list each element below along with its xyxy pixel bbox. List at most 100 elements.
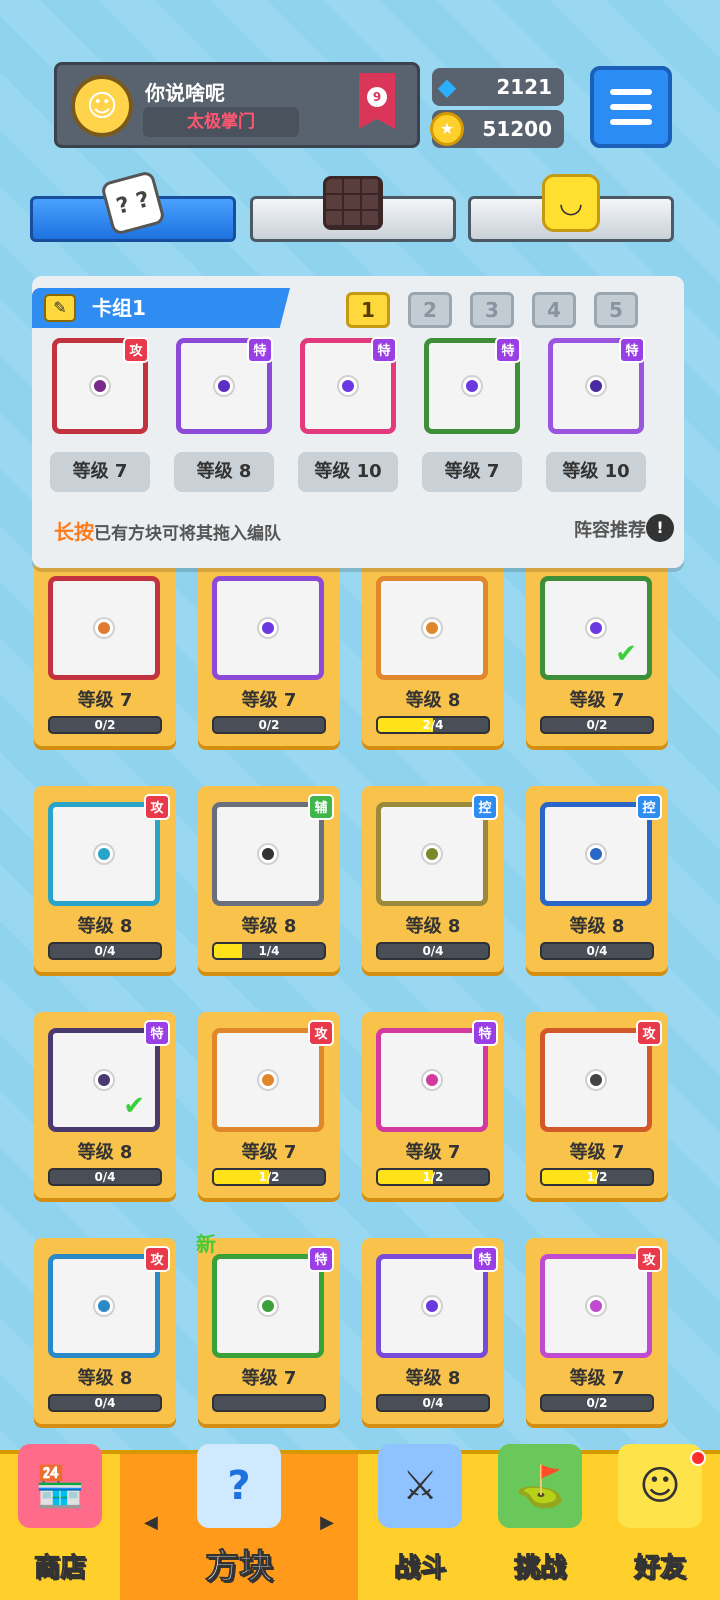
block-card[interactable]: 控等级 8 0/4 bbox=[526, 786, 668, 972]
block-level: 等级 7 bbox=[241, 1142, 297, 1163]
nav-friends[interactable]: ☺ 好友 bbox=[600, 1444, 720, 1600]
block-art bbox=[48, 802, 160, 906]
block-art bbox=[376, 802, 488, 906]
block-level: 等级 7 bbox=[569, 1368, 625, 1389]
block-core-icon bbox=[423, 619, 441, 637]
nav-blocks-label: 方块 bbox=[205, 1547, 274, 1588]
progress-bar: 2/4 bbox=[376, 716, 490, 734]
rank-badge-icon[interactable]: 9 bbox=[359, 73, 395, 129]
block-core-icon bbox=[215, 377, 233, 395]
nav-shop[interactable]: 🏪 商店 bbox=[0, 1444, 120, 1600]
deck-slot-1[interactable]: 1 bbox=[346, 292, 390, 328]
progress-text: 1/2 bbox=[586, 1170, 608, 1184]
block-art bbox=[48, 576, 160, 680]
rank-number: 9 bbox=[367, 87, 387, 107]
block-core-icon bbox=[259, 1071, 277, 1089]
progress-text: 1/4 bbox=[258, 944, 280, 958]
block-art bbox=[376, 1028, 488, 1132]
deck-slot-5[interactable]: 5 bbox=[594, 292, 638, 328]
block-level: 等级 7 bbox=[241, 690, 297, 711]
progress-bar: 0/2 bbox=[540, 1394, 654, 1412]
block-card[interactable]: 攻等级 8 0/4 bbox=[34, 786, 176, 972]
edit-pencil-icon[interactable]: ✎ bbox=[44, 294, 76, 322]
gem-counter[interactable]: ◆ 2121 bbox=[432, 68, 564, 106]
tab-dice[interactable]: ? ? bbox=[30, 169, 236, 242]
progress-bar: 1/2 bbox=[376, 1168, 490, 1186]
drag-hint: 长按已有方块可将其拖入编队 bbox=[54, 516, 281, 545]
nav-challenge[interactable]: ⛳ 挑战 bbox=[480, 1444, 600, 1600]
avatar[interactable]: ☺ bbox=[71, 75, 133, 137]
block-core-icon bbox=[423, 845, 441, 863]
deck-card[interactable]: 特 bbox=[548, 337, 645, 434]
deck-slot-3[interactable]: 3 bbox=[470, 292, 514, 328]
block-card[interactable]: 特等级 8 0/4 bbox=[362, 1238, 504, 1424]
lineup-recommend[interactable]: 阵容推荐 bbox=[574, 516, 646, 542]
block-core-icon bbox=[95, 845, 113, 863]
block-level: 等级 8 bbox=[405, 690, 461, 711]
progress-text: 0/2 bbox=[94, 718, 116, 732]
block-core-icon bbox=[587, 1297, 605, 1315]
deck-card[interactable]: 攻 bbox=[52, 337, 149, 434]
notification-dot bbox=[690, 1450, 706, 1466]
nav-battle[interactable]: ⚔ 战斗 bbox=[360, 1444, 480, 1600]
block-card[interactable]: 攻等级 7 0/2 bbox=[526, 1238, 668, 1424]
type-tag: 攻 bbox=[636, 1020, 662, 1046]
new-badge: 新 bbox=[196, 1232, 216, 1256]
block-core-icon bbox=[587, 845, 605, 863]
block-card[interactable]: 等级 7 0/2 bbox=[34, 560, 176, 746]
deck-slot-2[interactable]: 2 bbox=[408, 292, 452, 328]
tab-smile[interactable]: ◡ bbox=[468, 174, 674, 242]
deck-card[interactable]: 特 bbox=[300, 337, 397, 434]
block-core-icon bbox=[339, 377, 357, 395]
smile-block-icon: ◡ bbox=[541, 173, 601, 233]
block-card[interactable]: 等级 7 0/2 bbox=[198, 560, 340, 746]
block-card[interactable]: 辅等级 8 1/4 bbox=[198, 786, 340, 972]
menu-button[interactable] bbox=[590, 66, 672, 148]
progress-bar: 0/4 bbox=[376, 1394, 490, 1412]
nav-blocks[interactable]: ◀ ? ▶ 方块 bbox=[120, 1444, 358, 1600]
type-tag: 特 bbox=[495, 337, 521, 363]
block-card[interactable]: 攻等级 7 1/2 bbox=[526, 1012, 668, 1198]
block-card[interactable]: 特等级 7 1/2 bbox=[362, 1012, 504, 1198]
arrow-right-icon: ▶ bbox=[320, 1512, 334, 1533]
block-card[interactable]: 攻等级 7 1/2 bbox=[198, 1012, 340, 1198]
coin-counter[interactable]: ★ 51200 bbox=[430, 110, 564, 148]
deck-title-bar[interactable]: ✎ 卡组1 bbox=[32, 288, 290, 328]
block-card[interactable]: 攻等级 8 0/4 bbox=[34, 1238, 176, 1424]
block-core-icon bbox=[259, 1297, 277, 1315]
deck-card-level: 等级 7 bbox=[50, 452, 150, 492]
block-card[interactable]: ✔ 特等级 8 0/4 bbox=[34, 1012, 176, 1198]
deck-card-level: 等级 7 bbox=[422, 452, 522, 492]
block-core-icon bbox=[423, 1297, 441, 1315]
type-tag: 特 bbox=[247, 337, 273, 363]
tab-chocolate[interactable] bbox=[250, 176, 456, 242]
player-name: 你说啥呢 bbox=[145, 81, 225, 105]
block-card[interactable]: 特 新等级 7 bbox=[196, 1232, 340, 1424]
progress-text: 0/2 bbox=[586, 718, 608, 732]
player-profile[interactable]: ☺ 你说啥呢 太极掌门 9 bbox=[54, 62, 420, 148]
deck-card[interactable]: 特 bbox=[424, 337, 521, 434]
type-tag: 特 bbox=[472, 1246, 498, 1272]
type-tag: 辅 bbox=[308, 794, 334, 820]
block-art bbox=[212, 1028, 324, 1132]
progress-bar: 1/2 bbox=[540, 1168, 654, 1186]
check-icon: ✔ bbox=[615, 639, 637, 669]
block-card[interactable]: ✔ 等级 7 0/2 bbox=[526, 560, 668, 746]
coin-icon: ★ bbox=[430, 112, 464, 146]
block-level: 等级 8 bbox=[77, 1368, 133, 1389]
progress-bar: 0/4 bbox=[48, 1168, 162, 1186]
block-art bbox=[540, 802, 652, 906]
deck-card[interactable]: 特 bbox=[176, 337, 273, 434]
type-tag: 特 bbox=[144, 1020, 170, 1046]
info-icon[interactable]: ! bbox=[646, 514, 674, 542]
block-card[interactable]: 等级 8 2/4 bbox=[362, 560, 504, 746]
type-tag: 攻 bbox=[144, 1246, 170, 1272]
progress-text: 0/4 bbox=[94, 1396, 116, 1410]
hint-text: 已有方块可将其拖入编队 bbox=[94, 524, 281, 544]
block-core-icon bbox=[95, 619, 113, 637]
block-art bbox=[376, 1254, 488, 1358]
deck-slot-4[interactable]: 4 bbox=[532, 292, 576, 328]
block-card[interactable]: 控等级 8 0/4 bbox=[362, 786, 504, 972]
block-art bbox=[376, 576, 488, 680]
type-tag: 攻 bbox=[144, 794, 170, 820]
